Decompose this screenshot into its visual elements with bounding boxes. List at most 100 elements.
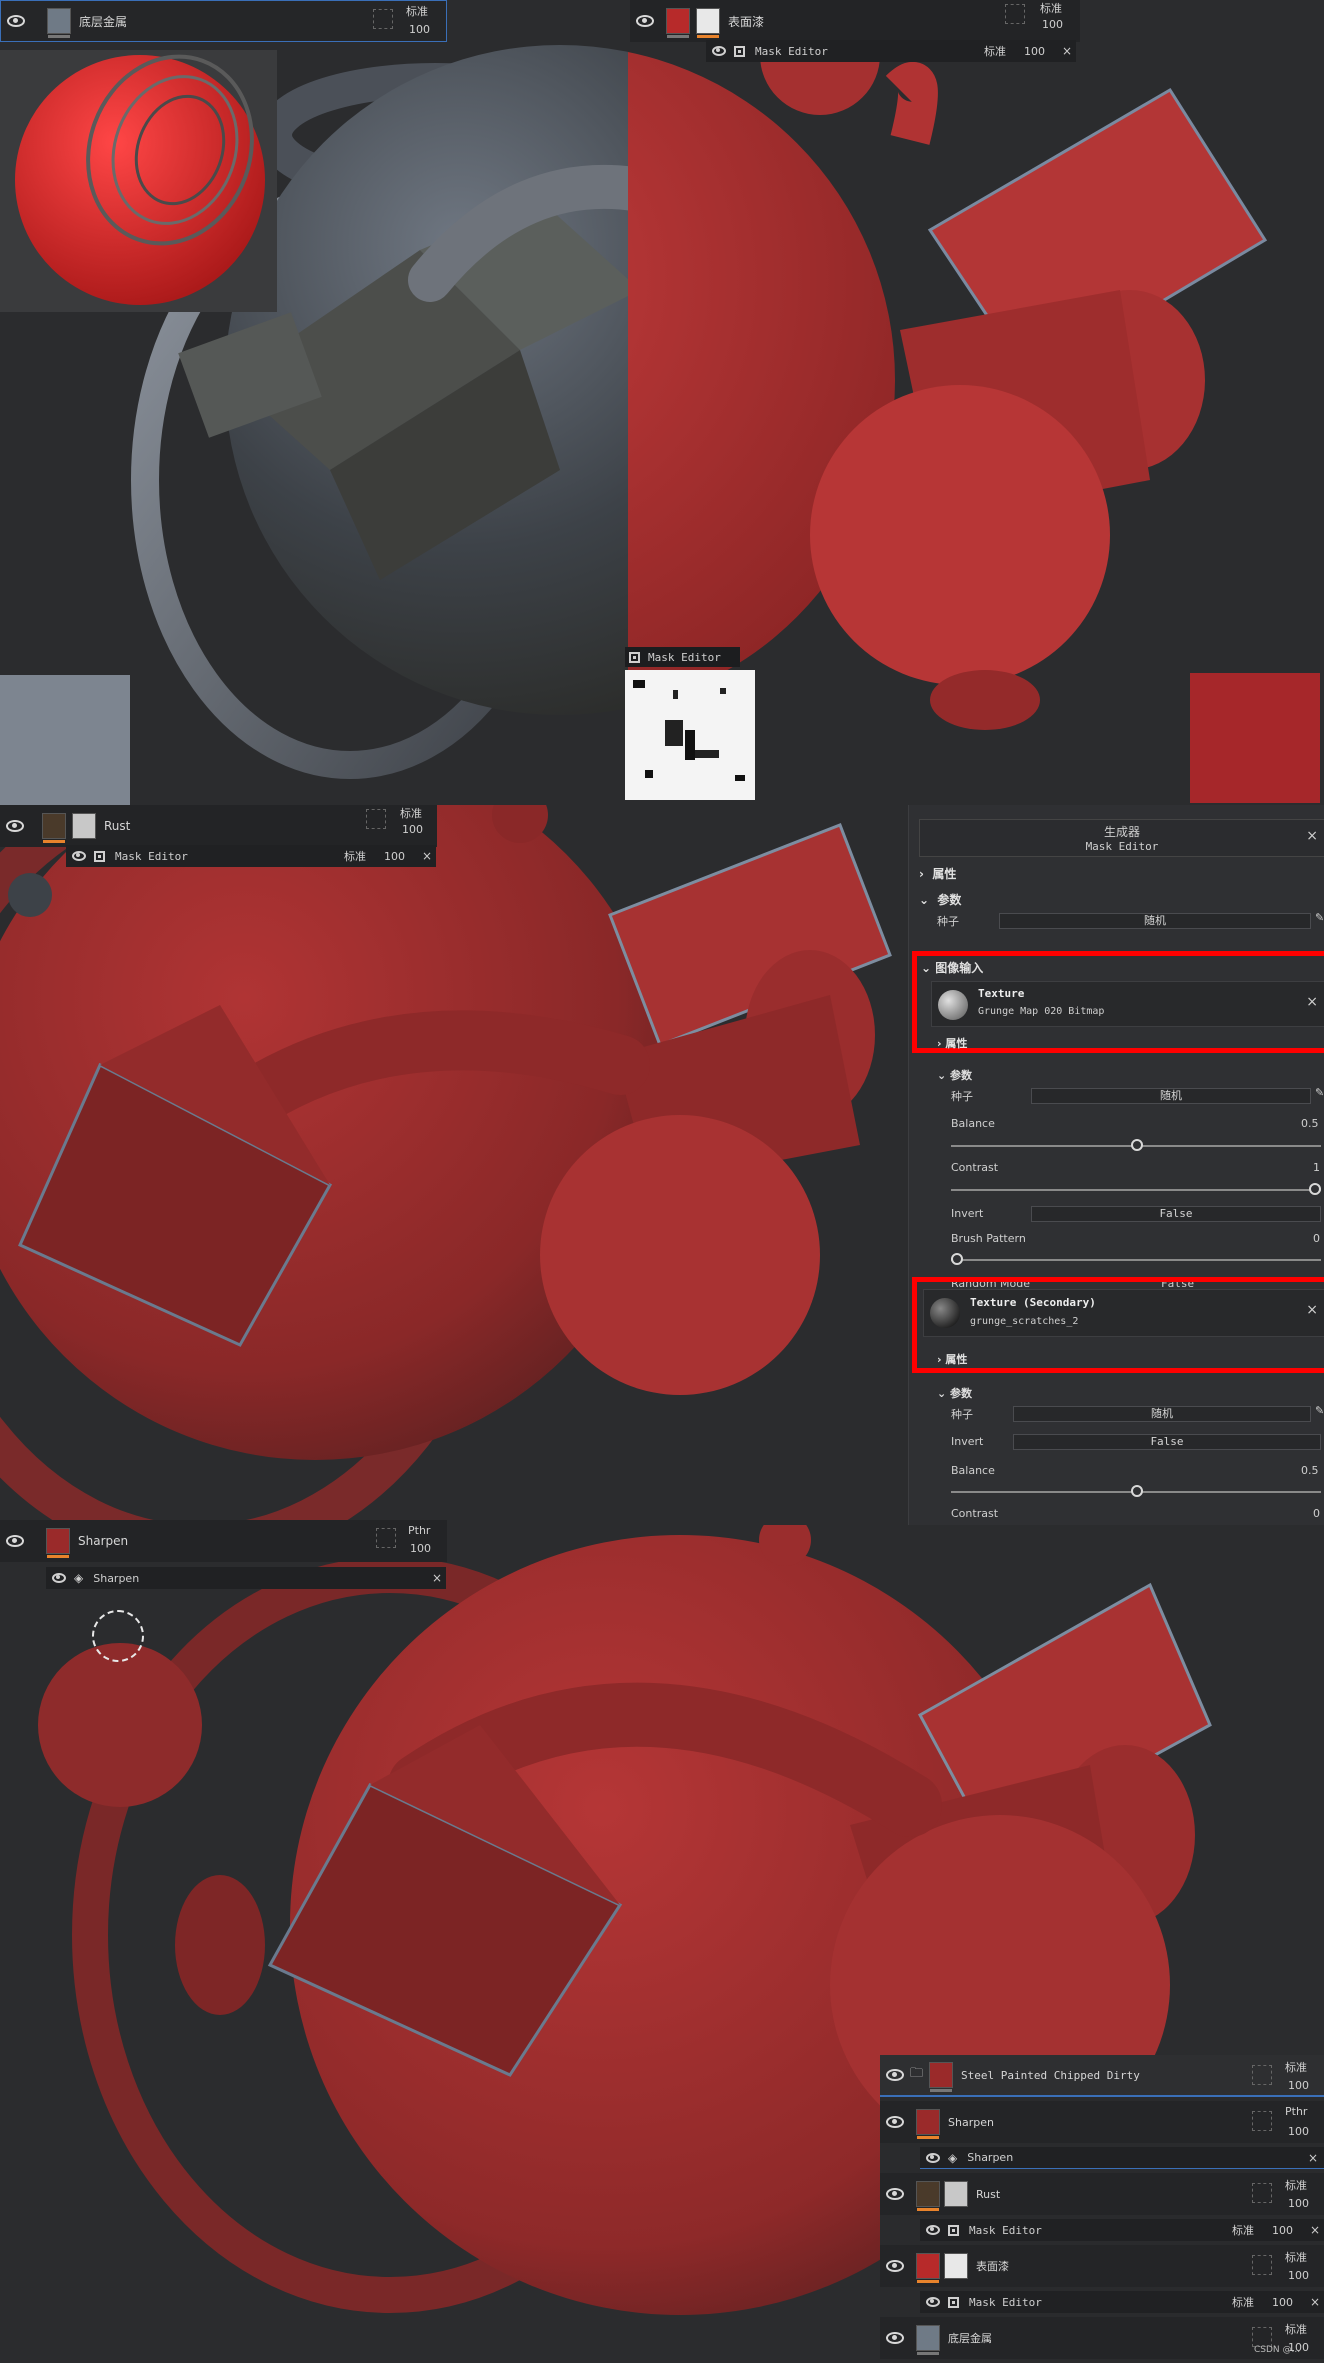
mask-slot[interactable]	[366, 809, 386, 829]
contrast-slider[interactable]	[951, 1189, 1321, 1191]
section-attributes-3[interactable]: › 属性	[937, 1351, 967, 1367]
sharpen-effect-row-stack[interactable]: ◈ Sharpen ×	[920, 2147, 1324, 2169]
mask-slot[interactable]	[1252, 2327, 1272, 2347]
blend-mode[interactable]: 标准	[1040, 0, 1062, 16]
blend-mode[interactable]: 标准	[1232, 2294, 1254, 2310]
mask-slot[interactable]	[373, 9, 393, 29]
blend-mode[interactable]: 标准	[1285, 2059, 1307, 2075]
eye-icon[interactable]	[886, 2332, 904, 2344]
layer-name: Rust	[104, 819, 131, 833]
section-params-3[interactable]: ⌄ 参数	[937, 1385, 972, 1401]
pencil-icon[interactable]: ✎	[1315, 911, 1324, 924]
eye-icon[interactable]	[52, 1573, 66, 1583]
section-attributes-2[interactable]: › 属性	[937, 1035, 967, 1051]
layer-folder[interactable]: 🗀 Steel Painted Chipped Dirty 标准 100	[880, 2055, 1324, 2097]
blend-mode[interactable]: 标准	[984, 43, 1006, 59]
eye-icon[interactable]	[886, 2188, 904, 2200]
invert-label: Invert	[951, 1207, 984, 1220]
close-icon[interactable]: ×	[1308, 2151, 1318, 2165]
rust-mask-row[interactable]: Mask Editor 标准 100 ×	[920, 2219, 1324, 2241]
seed3-field[interactable]: 随机	[1013, 1406, 1311, 1422]
eye-icon[interactable]	[72, 851, 86, 861]
blend-mode[interactable]: 标准	[406, 3, 428, 19]
paint-mask-row[interactable]: Mask Editor 标准 100 ×	[920, 2291, 1324, 2313]
layer-metal-top[interactable]: 底层金属 标准 100	[0, 0, 447, 42]
close-icon[interactable]: ×	[1310, 2295, 1320, 2309]
close-icon[interactable]: ×	[432, 1571, 442, 1585]
blend-mode[interactable]: 标准	[1232, 2222, 1254, 2238]
eye-icon[interactable]	[886, 2069, 904, 2081]
layer-rust-mid[interactable]: Rust 标准 100	[0, 805, 437, 847]
invert3-field[interactable]: False	[1013, 1434, 1321, 1450]
pencil-icon[interactable]: ✎	[1315, 1086, 1324, 1099]
mask-slot[interactable]	[1252, 2183, 1272, 2203]
brush-pattern-knob[interactable]	[951, 1253, 963, 1265]
mask-editor-row-mid[interactable]: Mask Editor 标准 100 ×	[66, 845, 436, 867]
eye-icon[interactable]	[7, 15, 25, 27]
layer-sharpen[interactable]: Sharpen Pthr 100	[880, 2101, 1324, 2143]
opacity-value[interactable]: 100	[409, 23, 430, 36]
close-icon[interactable]: ×	[1306, 994, 1318, 1010]
mask-slot[interactable]	[376, 1528, 396, 1548]
opacity-value[interactable]: 100	[1024, 45, 1045, 58]
eye-icon[interactable]	[886, 2116, 904, 2128]
layer-paint[interactable]: 表面漆 标准 100	[880, 2245, 1324, 2287]
section-params-2[interactable]: ⌄ 参数	[937, 1067, 972, 1083]
close-icon[interactable]: ×	[1062, 44, 1072, 58]
brush-pattern-slider[interactable]	[951, 1259, 1321, 1261]
section-params[interactable]: ⌄ 参数	[919, 891, 961, 908]
layer-paint-top[interactable]: 表面漆 标准 100	[630, 0, 1080, 42]
sharpen-effect-row[interactable]: ◈ Sharpen ×	[46, 1567, 446, 1589]
layer-sharpen-bottom[interactable]: Sharpen Pthr 100	[0, 1520, 447, 1562]
blend-mode[interactable]: 标准	[1285, 2177, 1307, 2193]
opacity-value[interactable]: 100	[1288, 2269, 1309, 2282]
opacity-value[interactable]: 100	[1042, 18, 1063, 31]
eye-icon[interactable]	[6, 1535, 24, 1547]
opacity-value[interactable]: 100	[410, 1542, 431, 1555]
balance3-knob[interactable]	[1131, 1485, 1143, 1497]
seed2-field[interactable]: 随机	[1031, 1088, 1311, 1104]
blend-mode[interactable]: 标准	[400, 805, 422, 821]
section-attributes[interactable]: › 属性	[919, 865, 956, 882]
opacity-value[interactable]: 100	[1288, 2125, 1309, 2138]
mask-editor-row-top[interactable]: Mask Editor 标准 100 ×	[706, 40, 1076, 62]
section-image-input[interactable]: ⌄ 图像输入	[921, 959, 983, 976]
eye-icon[interactable]	[886, 2260, 904, 2272]
eye-icon[interactable]	[926, 2225, 940, 2235]
close-icon[interactable]: ×	[422, 849, 432, 863]
seed-field[interactable]: 随机	[999, 913, 1311, 929]
balance-knob[interactable]	[1131, 1139, 1143, 1151]
eye-icon[interactable]	[6, 820, 24, 832]
invert-field[interactable]: False	[1031, 1206, 1321, 1222]
blend-mode[interactable]: 标准	[1285, 2321, 1307, 2337]
close-icon[interactable]: ×	[1310, 2223, 1320, 2237]
eye-icon[interactable]	[712, 46, 726, 56]
blend-mode[interactable]: 标准	[344, 848, 366, 864]
opacity-value[interactable]: 100	[1288, 2197, 1309, 2210]
close-icon[interactable]: ×	[1306, 1302, 1318, 1318]
eye-icon[interactable]	[926, 2297, 940, 2307]
mask-slot[interactable]	[1252, 2065, 1272, 2085]
layer-thumbnail	[916, 2109, 940, 2139]
opacity-value[interactable]: 100	[1272, 2224, 1293, 2237]
mask-slot[interactable]	[1252, 2255, 1272, 2275]
texture-file: Grunge Map 020 Bitmap	[978, 1006, 1105, 1017]
close-icon[interactable]: ×	[1306, 828, 1318, 844]
viewport-middle[interactable]	[0, 805, 908, 1525]
opacity-value[interactable]: 100	[402, 823, 423, 836]
blend-mode[interactable]: 标准	[1285, 2249, 1307, 2265]
pencil-icon[interactable]: ✎	[1315, 1404, 1324, 1417]
opacity-value[interactable]: 100	[1272, 2296, 1293, 2309]
eye-icon[interactable]	[926, 2152, 940, 2163]
mask-slot[interactable]	[1005, 4, 1025, 24]
blend-mode[interactable]: Pthr	[1285, 2105, 1307, 2118]
layer-rust[interactable]: Rust 标准 100	[880, 2173, 1324, 2215]
eye-icon[interactable]	[636, 15, 654, 27]
mask-slot[interactable]	[1252, 2111, 1272, 2131]
opacity-value[interactable]: 100	[384, 850, 405, 863]
texture-slot-2[interactable]: Texture (Secondary) grunge_scratches_2 ×	[923, 1289, 1324, 1337]
texture-slot-1[interactable]: Texture Grunge Map 020 Bitmap ×	[931, 981, 1324, 1027]
contrast-knob[interactable]	[1309, 1183, 1321, 1195]
blend-mode[interactable]: Pthr	[408, 1524, 430, 1537]
opacity-value[interactable]: 100	[1288, 2079, 1309, 2092]
